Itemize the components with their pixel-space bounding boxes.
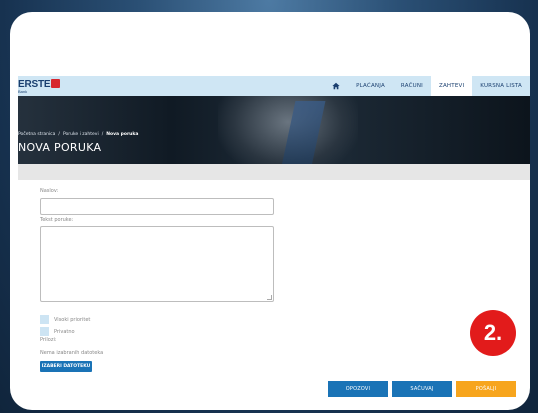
private-checkbox[interactable] xyxy=(40,327,49,336)
message-label: Tekst poruke: xyxy=(40,217,74,223)
page-title: NOVA PORUKA xyxy=(18,141,102,154)
breadcrumb-home[interactable]: Početna stranica xyxy=(18,132,55,137)
nav-item-zahtevi[interactable]: ZAHTEVI xyxy=(431,76,473,96)
nav-item-kursna-lista[interactable]: KURSNA LISTA xyxy=(472,76,530,96)
no-files-text: Nema izabranih datoteka xyxy=(40,350,104,356)
erste-logo[interactable]: ERSTE Bank xyxy=(18,77,78,95)
cancel-button[interactable]: OPOZOVI xyxy=(328,381,388,397)
nav-item-placanja[interactable]: PLAĆANJA xyxy=(348,76,393,96)
private-option[interactable]: Privatno xyxy=(40,327,75,336)
step-badge: 2. xyxy=(470,310,516,356)
message-textarea[interactable] xyxy=(40,226,274,302)
breadcrumb: Početna stranica / Poruke i zahtevi / No… xyxy=(18,132,138,137)
breadcrumb-current: Nova poruka xyxy=(106,132,139,137)
save-button[interactable]: SAČUVAJ xyxy=(392,381,452,397)
section-divider xyxy=(18,164,530,180)
home-icon-svg xyxy=(332,82,340,90)
attachments-label: Prilozi: xyxy=(40,337,57,343)
high-priority-checkbox[interactable] xyxy=(40,315,49,324)
title-input[interactable] xyxy=(40,198,274,215)
logo-subtext: Bank xyxy=(18,89,28,94)
breadcrumb-separator: / xyxy=(58,132,60,137)
title-label: Naslov: xyxy=(40,188,59,194)
choose-file-button[interactable]: IZABERI DATOTEKU xyxy=(40,361,92,372)
hero-banner: Početna stranica / Poruke i zahtevi / No… xyxy=(18,96,530,164)
send-button[interactable]: POŠALJI xyxy=(456,381,516,397)
nav-item-racuni[interactable]: RAČUNI xyxy=(393,76,431,96)
main-nav: PLAĆANJA RAČUNI ZAHTEVI KURSNA LISTA xyxy=(324,76,530,96)
screenshot-card: ERSTE Bank PLAĆANJA RAČUNI ZAHTEVI KURSN… xyxy=(10,12,530,410)
logo-icon xyxy=(51,79,60,88)
top-header: ERSTE Bank PLAĆANJA RAČUNI ZAHTEVI KURSN… xyxy=(18,76,530,96)
private-label: Privatno xyxy=(54,328,75,335)
breadcrumb-messages[interactable]: Poruke i zahtevi xyxy=(63,132,99,137)
high-priority-option[interactable]: Visoki prioritet xyxy=(40,315,90,324)
home-icon[interactable] xyxy=(324,76,348,96)
high-priority-label: Visoki prioritet xyxy=(54,316,91,323)
breadcrumb-separator: / xyxy=(101,132,104,137)
resize-handle-icon[interactable] xyxy=(267,295,272,300)
